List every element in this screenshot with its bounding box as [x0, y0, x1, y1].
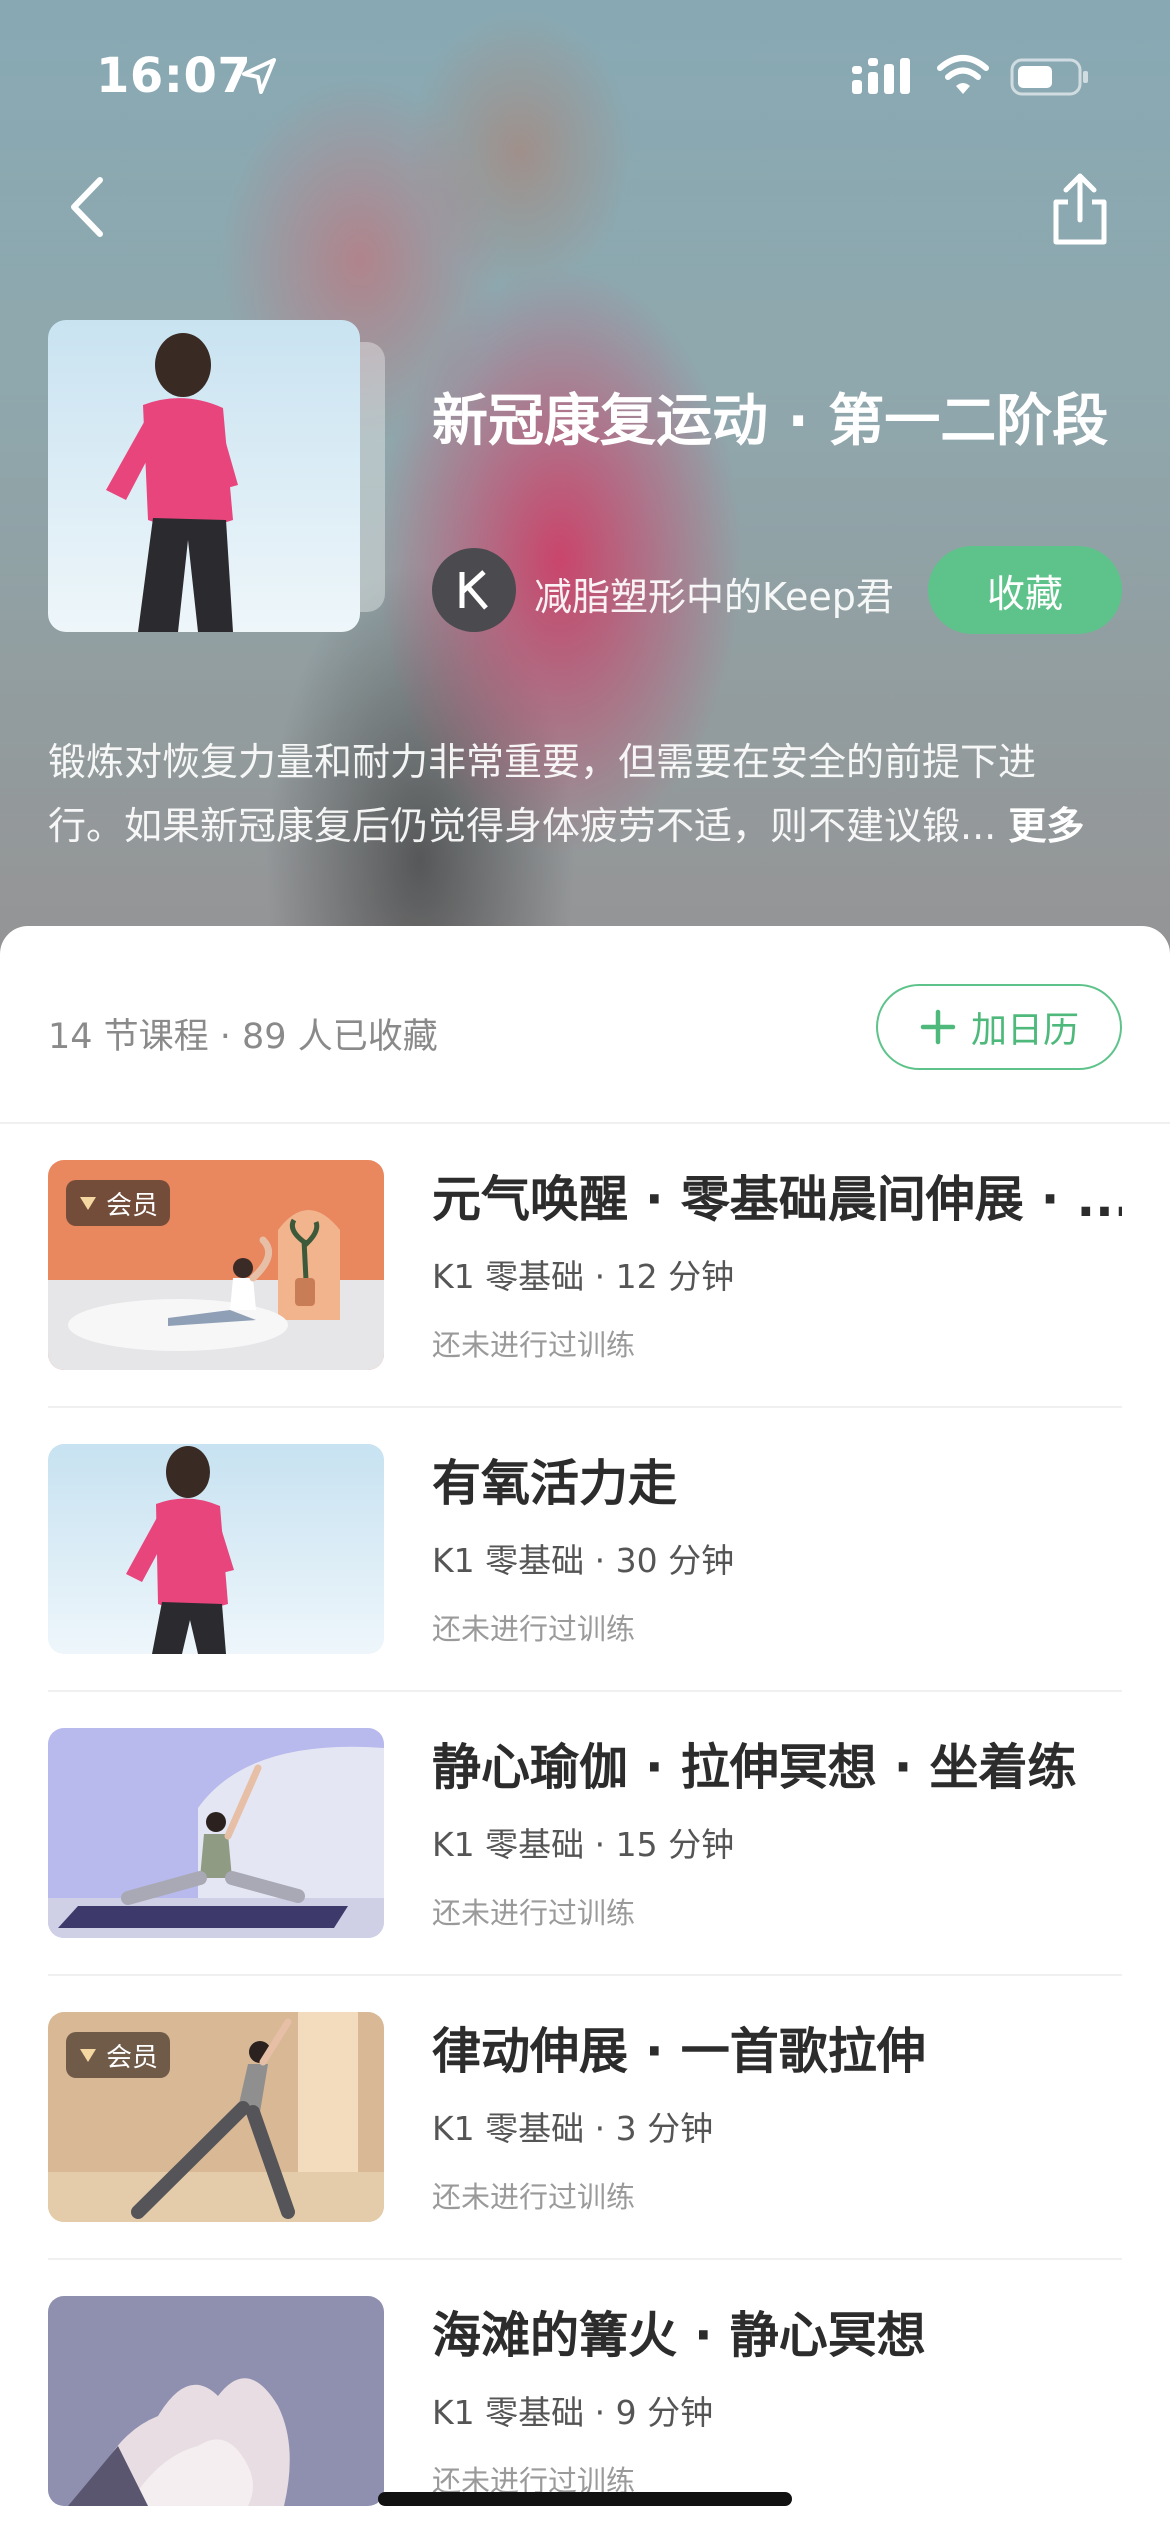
- course-title: 元气唤醒 · 零基础晨间伸展 · ...: [432, 1171, 1122, 1228]
- collection-description: 锻炼对恢复力量和耐力非常重要，但需要在安全的前提下进 行。如果新冠康复后仍觉得身…: [48, 730, 1122, 858]
- author-avatar[interactable]: [432, 548, 516, 632]
- course-meta: K1 零基础 · 9 分钟: [432, 2393, 714, 2432]
- description-text: 行。如果新冠康复后仍觉得身体疲劳不适，则不建议锻...: [48, 804, 997, 848]
- divider: [48, 1974, 1122, 1976]
- course-meta: K1 零基础 · 12 分钟: [432, 1257, 735, 1296]
- collection-title: 新冠康复运动 · 第一二阶段: [432, 389, 1109, 454]
- course-status: 还未进行过训练: [432, 1612, 636, 1646]
- course-item[interactable]: 会员 律动伸展 · 一首歌拉伸 K1 零基础 · 3 分钟 还未进行过训练: [48, 2012, 1122, 2296]
- course-thumbnail: [48, 1444, 384, 1654]
- vip-label: 会员: [106, 2042, 159, 2073]
- plus-icon: [920, 1009, 956, 1045]
- course-list-sheet: 14 节课程 · 89 人已收藏 加日历 会员 元气唤醒 · 零基础晨间伸展 ·…: [0, 926, 1170, 2532]
- course-status: 还未进行过训练: [432, 1328, 636, 1362]
- divider: [48, 1690, 1122, 1692]
- course-meta: K1 零基础 · 3 分钟: [432, 2109, 714, 2148]
- course-meta: K1 零基础 · 15 分钟: [432, 1825, 735, 1864]
- course-meta: K1 零基础 · 30 分钟: [432, 1541, 735, 1580]
- course-title: 律动伸展 · 一首歌拉伸: [432, 2023, 926, 2080]
- vip-label: 会员: [106, 1190, 159, 1221]
- home-indicator: [378, 2492, 792, 2506]
- course-thumbnail: 会员: [48, 2012, 384, 2222]
- add-calendar-button[interactable]: 加日历: [876, 984, 1122, 1070]
- author-name[interactable]: 减脂塑形中的Keep君: [534, 566, 894, 621]
- course-item[interactable]: 有氧活力走 K1 零基础 · 30 分钟 还未进行过训练: [48, 1444, 1122, 1728]
- course-title: 静心瑜伽 · 拉伸冥想 · 坐着练: [432, 1739, 1077, 1796]
- cellular-signal-icon: [852, 58, 910, 94]
- course-thumbnail: [48, 1728, 384, 1938]
- diamond-icon: [80, 1197, 96, 1210]
- course-item[interactable]: 会员 元气唤醒 · 零基础晨间伸展 · ... K1 零基础 · 12 分钟 还…: [48, 1160, 1122, 1444]
- divider: [0, 1122, 1170, 1124]
- description-line: 锻炼对恢复力量和耐力非常重要，但需要在安全的前提下进: [48, 740, 1037, 784]
- share-icon[interactable]: [1044, 170, 1116, 250]
- course-title: 海滩的篝火 · 静心冥想: [432, 2307, 926, 2364]
- vip-badge: 会员: [66, 1180, 171, 1226]
- divider: [48, 1406, 1122, 1408]
- keep-logo-icon: [459, 570, 488, 610]
- diamond-icon: [80, 2049, 96, 2062]
- more-link[interactable]: 更多: [1008, 804, 1084, 848]
- course-item[interactable]: 静心瑜伽 · 拉伸冥想 · 坐着练 K1 零基础 · 15 分钟 还未进行过训练: [48, 1728, 1122, 2012]
- status-time: 16:07: [96, 48, 252, 104]
- collection-cover-image: [48, 320, 360, 632]
- back-icon[interactable]: [60, 172, 116, 242]
- course-title: 有氧活力走: [432, 1455, 678, 1512]
- collection-meta: 14 节课程 · 89 人已收藏: [48, 1017, 438, 1057]
- location-arrow-icon: [242, 58, 276, 94]
- add-calendar-label: 加日历: [970, 1009, 1079, 1050]
- course-thumbnail: [48, 2296, 384, 2506]
- wifi-icon: [937, 55, 989, 94]
- course-header: 16:07 新冠康复运动 · 第一二阶段 减脂塑形中的Keep君 收藏 锻炼对恢…: [0, 0, 1170, 960]
- course-thumbnail: 会员: [48, 1160, 384, 1370]
- description-line-2: 行。如果新冠康复后仍觉得身体疲劳不适，则不建议锻... 更多: [48, 794, 1122, 858]
- divider: [48, 2258, 1122, 2260]
- collect-button[interactable]: 收藏: [928, 546, 1122, 634]
- course-status: 还未进行过训练: [432, 2180, 636, 2214]
- course-status: 还未进行过训练: [432, 1896, 636, 1930]
- battery-icon: [1010, 58, 1088, 96]
- vip-badge: 会员: [66, 2032, 171, 2078]
